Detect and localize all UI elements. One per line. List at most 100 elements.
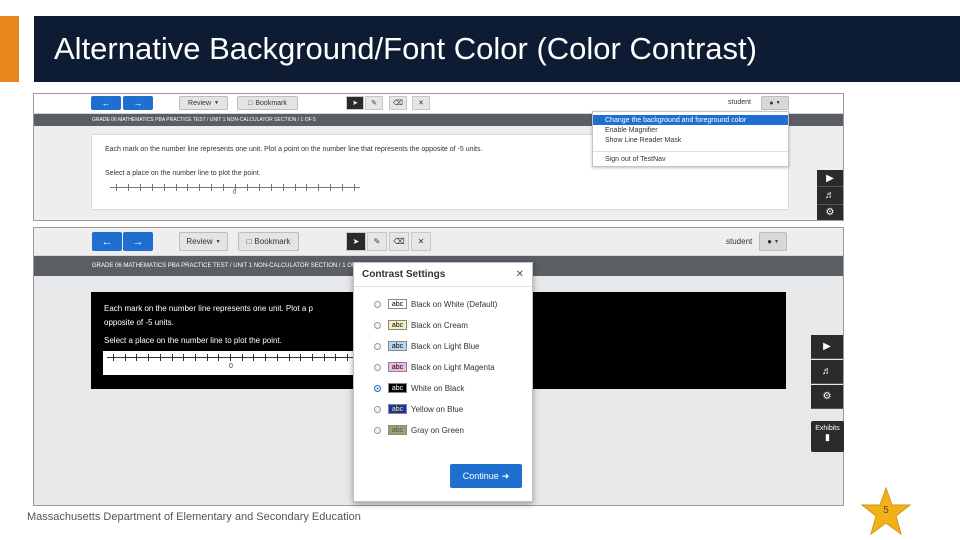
forward-button[interactable]: → bbox=[123, 232, 153, 251]
number-line-tick bbox=[311, 354, 313, 361]
number-line-tick bbox=[294, 184, 296, 191]
pointer-icon: ➤ bbox=[352, 100, 358, 107]
question-text: Each mark on the number line represents … bbox=[104, 302, 364, 330]
highlighter-icon: ✎ bbox=[373, 237, 381, 246]
gear-icon: ⚙ bbox=[822, 391, 832, 402]
side-tool-rail: ▶ ♬ ⚙ bbox=[811, 335, 843, 411]
bookmark-button[interactable]: □ Bookmark bbox=[238, 232, 299, 251]
number-line-tick bbox=[199, 184, 201, 191]
eraser-tool[interactable]: ⌫ bbox=[389, 96, 407, 110]
pointer-tool[interactable]: ➤ bbox=[346, 232, 366, 251]
contrast-option[interactable]: abc Yellow on Blue bbox=[374, 404, 463, 414]
eraser-tool[interactable]: ⌫ bbox=[389, 232, 409, 251]
settings-button[interactable]: ⚙ bbox=[817, 205, 843, 220]
contrast-option[interactable]: abc Black on Cream bbox=[374, 320, 468, 330]
radio-button[interactable] bbox=[374, 384, 381, 392]
contrast-option-label: Yellow on Blue bbox=[411, 404, 464, 414]
page-number: 5 bbox=[883, 505, 889, 516]
radio-button[interactable] bbox=[374, 363, 381, 371]
speaker-button[interactable]: ♬ bbox=[811, 360, 843, 384]
speaker-button[interactable]: ♬ bbox=[817, 187, 843, 205]
menu-item-sign-out[interactable]: Sign out of TestNav bbox=[593, 154, 788, 164]
number-line-tick bbox=[276, 354, 278, 361]
number-line-tick bbox=[235, 184, 236, 191]
close-icon[interactable]: ✕ bbox=[516, 269, 524, 280]
number-line-tick bbox=[171, 354, 173, 361]
number-line-area[interactable]: 0 bbox=[103, 351, 353, 375]
forward-button[interactable]: → bbox=[123, 96, 153, 110]
strikethrough-tool[interactable]: ✕ bbox=[411, 232, 431, 251]
user-menu-button[interactable]: ● ▼ bbox=[759, 232, 787, 251]
question-instruction: Select a place on the number line to plo… bbox=[104, 336, 282, 345]
contrast-option[interactable]: abc Gray on Green bbox=[374, 425, 464, 435]
number-line-tick bbox=[151, 184, 153, 191]
contrast-option[interactable]: abc Black on Light Magenta bbox=[374, 362, 495, 372]
arrow-right-icon: ➜ bbox=[501, 470, 510, 481]
question-text: Each mark on the number line represents … bbox=[105, 146, 483, 153]
back-button[interactable]: ← bbox=[92, 232, 122, 251]
number-line-tick bbox=[288, 354, 290, 361]
speaker-icon: ♬ bbox=[825, 189, 835, 201]
number-line-tick bbox=[163, 184, 165, 191]
number-line-tick bbox=[230, 354, 231, 361]
radio-button[interactable] bbox=[374, 342, 381, 350]
play-button[interactable]: ▶ bbox=[811, 335, 843, 359]
highlighter-tool[interactable]: ✎ bbox=[365, 96, 383, 110]
back-button[interactable]: ← bbox=[91, 96, 121, 110]
play-button[interactable]: ▶ bbox=[817, 170, 843, 188]
contrast-option[interactable]: abc Black on Light Blue bbox=[374, 341, 480, 351]
contrast-option[interactable]: abc White on Black bbox=[374, 383, 464, 393]
caret-down-icon: ▼ bbox=[214, 100, 219, 106]
arrow-right-icon: → bbox=[133, 98, 143, 108]
eraser-icon: ⌫ bbox=[393, 237, 405, 246]
number-line-tick bbox=[183, 354, 185, 361]
slide-footer: Massachusetts Department of Elementary a… bbox=[27, 511, 361, 523]
number-line-tick bbox=[323, 354, 325, 361]
speaker-icon: ♬ bbox=[822, 366, 832, 377]
number-line-tick bbox=[258, 184, 260, 191]
strikethrough-icon: ✕ bbox=[418, 100, 424, 107]
review-button[interactable]: Review ▼ bbox=[179, 232, 228, 251]
number-line-tick bbox=[318, 184, 320, 191]
menu-item-line-reader-mask[interactable]: Show Line Reader Mask bbox=[593, 135, 788, 145]
contrast-option[interactable]: abc Black on White (Default) bbox=[374, 299, 497, 309]
user-icon: ● bbox=[767, 237, 772, 246]
review-button[interactable]: Review ▼ bbox=[179, 96, 228, 110]
bookmark-button[interactable]: □ Bookmark bbox=[237, 96, 298, 110]
number-line-tick bbox=[124, 354, 126, 361]
contrast-settings-dialog: Contrast Settings ✕ abc Black on White (D… bbox=[353, 262, 533, 502]
number-line-tick bbox=[187, 184, 189, 191]
question-text-line-1: Each mark on the number line represents … bbox=[104, 304, 314, 313]
number-line-tick bbox=[159, 354, 161, 361]
folder-icon: ▮ bbox=[825, 432, 830, 442]
number-line-tick bbox=[136, 354, 138, 361]
number-line-tick bbox=[306, 184, 308, 191]
user-dropdown-menu: Change the background and foreground col… bbox=[592, 111, 789, 167]
continue-button[interactable]: Continue ➜ bbox=[450, 464, 522, 488]
strikethrough-tool[interactable]: ✕ bbox=[412, 96, 430, 110]
radio-button[interactable] bbox=[374, 405, 381, 413]
radio-button[interactable] bbox=[374, 300, 381, 308]
color-swatch: abc bbox=[388, 320, 407, 330]
menu-item-enable-magnifier[interactable]: Enable Magnifier bbox=[593, 125, 788, 135]
menu-item-change-colors[interactable]: Change the background and foreground col… bbox=[593, 115, 788, 125]
radio-button[interactable] bbox=[374, 426, 381, 434]
user-menu-button[interactable]: ● ▼ bbox=[761, 96, 789, 110]
highlighter-tool[interactable]: ✎ bbox=[367, 232, 387, 251]
eraser-icon: ⌫ bbox=[393, 100, 403, 107]
number-line-tick bbox=[335, 354, 337, 361]
caret-down-icon: ▼ bbox=[215, 238, 221, 245]
number-line-tick bbox=[127, 184, 129, 191]
play-icon: ▶ bbox=[823, 341, 831, 352]
contrast-option-label: Black on Light Blue bbox=[411, 341, 480, 351]
color-swatch: abc bbox=[388, 425, 407, 435]
number-line-tick bbox=[139, 184, 141, 191]
pointer-tool[interactable]: ➤ bbox=[346, 96, 364, 110]
contrast-option-label: Black on Light Magenta bbox=[411, 362, 495, 372]
number-line-tick bbox=[265, 354, 267, 361]
user-name: student bbox=[728, 99, 751, 106]
settings-button[interactable]: ⚙ bbox=[811, 385, 843, 409]
number-line-tick bbox=[223, 184, 225, 191]
radio-button[interactable] bbox=[374, 321, 381, 329]
exhibits-button[interactable]: Exhibits ▮ bbox=[811, 421, 844, 452]
